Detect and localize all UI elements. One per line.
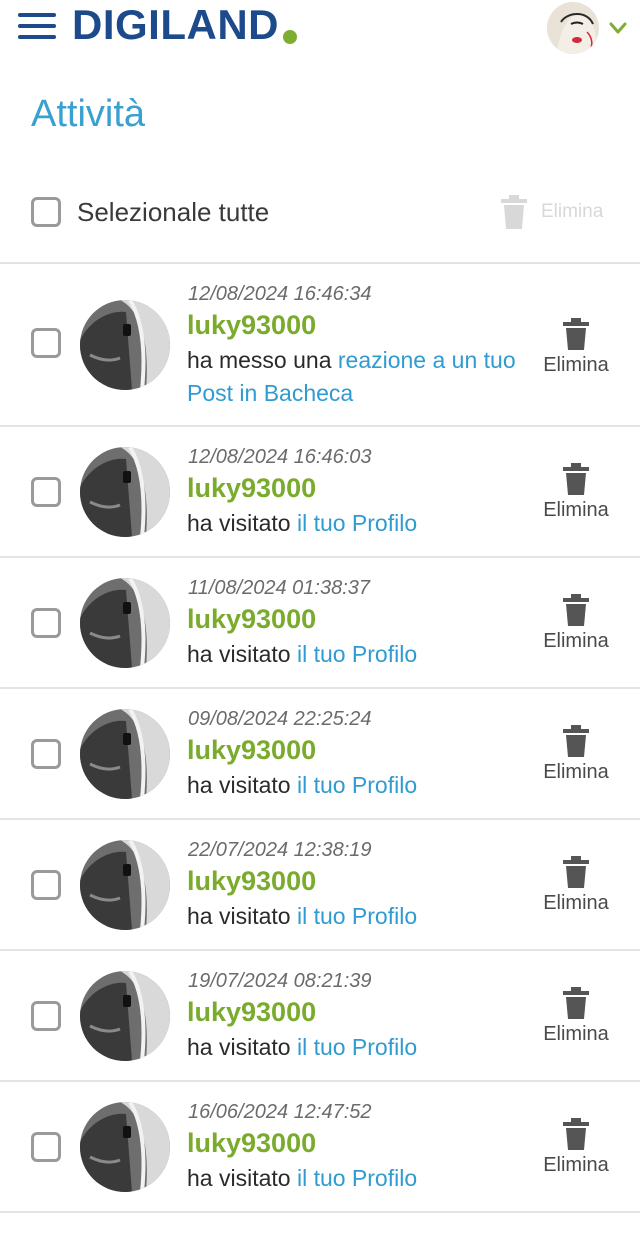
activity-timestamp: 22/07/2024 12:38:19: [188, 839, 372, 861]
delete-button[interactable]: Elimina: [536, 1118, 616, 1177]
activity-description: ha visitato il tuo Profilo: [187, 1031, 547, 1064]
delete-label: Elimina: [543, 892, 609, 914]
divider: [0, 1211, 640, 1213]
select-all-bar: Selezionale tutte Elimina: [0, 185, 640, 241]
activity-description: ha messo una reazione a un tuo Post in B…: [187, 344, 547, 410]
logo-dot: [283, 30, 297, 44]
trash-icon: [563, 463, 589, 495]
activity-description: ha visitato il tuo Profilo: [187, 1162, 547, 1195]
user-avatar[interactable]: [80, 709, 170, 799]
profile-avatar[interactable]: [547, 2, 599, 54]
page-title: Attività: [31, 93, 146, 135]
app-header: DIGILAND: [0, 0, 640, 60]
row-checkbox[interactable]: [31, 870, 61, 900]
row-checkbox[interactable]: [31, 1001, 61, 1031]
action-text: ha visitato: [187, 903, 291, 929]
activity-row: 12/08/2024 16:46:03 luky93000 ha visitat…: [0, 427, 640, 558]
activity-timestamp: 11/08/2024 01:38:37: [188, 577, 371, 599]
action-link[interactable]: il tuo Profilo: [297, 510, 417, 536]
activity-description: ha visitato il tuo Profilo: [187, 638, 547, 671]
activity-timestamp: 19/07/2024 08:21:39: [188, 970, 372, 992]
action-link[interactable]: il tuo Profilo: [297, 772, 417, 798]
activity-row: 12/08/2024 16:46:34 luky93000 ha messo u…: [0, 264, 640, 427]
row-checkbox[interactable]: [31, 477, 61, 507]
activity-username[interactable]: luky93000: [187, 1128, 316, 1159]
activity-username[interactable]: luky93000: [187, 997, 316, 1028]
user-avatar[interactable]: [80, 1102, 170, 1192]
select-all-checkbox[interactable]: [31, 197, 61, 227]
activity-username[interactable]: luky93000: [187, 473, 316, 504]
trash-icon: [563, 594, 589, 626]
user-avatar[interactable]: [80, 971, 170, 1061]
action-text: ha visitato: [187, 1034, 291, 1060]
row-checkbox[interactable]: [31, 328, 61, 358]
activity-description: ha visitato il tuo Profilo: [187, 507, 547, 540]
activity-row: 09/08/2024 22:25:24 luky93000 ha visitat…: [0, 689, 640, 820]
activity-username[interactable]: luky93000: [187, 604, 316, 635]
activity-timestamp: 12/08/2024 16:46:03: [188, 446, 372, 468]
user-avatar[interactable]: [80, 840, 170, 930]
delete-all-button[interactable]: Elimina: [497, 193, 617, 233]
action-link[interactable]: il tuo Profilo: [297, 641, 417, 667]
delete-all-label: Elimina: [541, 201, 604, 222]
delete-button[interactable]: Elimina: [536, 856, 616, 915]
row-checkbox[interactable]: [31, 739, 61, 769]
activity-row: 19/07/2024 08:21:39 luky93000 ha visitat…: [0, 951, 640, 1082]
activity-timestamp: 16/06/2024 12:47:52: [188, 1101, 372, 1123]
user-avatar[interactable]: [80, 300, 170, 390]
delete-label: Elimina: [543, 499, 609, 521]
delete-button[interactable]: Elimina: [536, 594, 616, 653]
digiland-logo[interactable]: DIGILAND: [72, 2, 279, 48]
delete-button[interactable]: Elimina: [536, 318, 616, 377]
chevron-down-icon[interactable]: [608, 18, 628, 38]
trash-icon: [563, 725, 589, 757]
activity-username[interactable]: luky93000: [187, 866, 316, 897]
row-checkbox[interactable]: [31, 1132, 61, 1162]
activity-row: 16/06/2024 12:47:52 luky93000 ha visitat…: [0, 1082, 640, 1213]
trash-icon: [563, 856, 589, 888]
activity-row: 22/07/2024 12:38:19 luky93000 ha visitat…: [0, 820, 640, 951]
delete-label: Elimina: [543, 354, 609, 376]
activity-description: ha visitato il tuo Profilo: [187, 900, 547, 933]
menu-icon[interactable]: [18, 10, 56, 42]
trash-icon: [501, 195, 527, 229]
activity-timestamp: 09/08/2024 22:25:24: [188, 708, 372, 730]
action-link[interactable]: il tuo Profilo: [297, 903, 417, 929]
action-text: ha visitato: [187, 772, 291, 798]
action-text: ha visitato: [187, 510, 291, 536]
trash-icon: [563, 318, 589, 350]
user-avatar[interactable]: [80, 578, 170, 668]
delete-button[interactable]: Elimina: [536, 987, 616, 1046]
activity-page: DIGILAND Attività Selezionale tutte Elim…: [0, 0, 640, 1239]
activity-username[interactable]: luky93000: [187, 735, 316, 766]
row-checkbox[interactable]: [31, 608, 61, 638]
activity-username[interactable]: luky93000: [187, 310, 316, 341]
activity-row: 11/08/2024 01:38:37 luky93000 ha visitat…: [0, 558, 640, 689]
delete-label: Elimina: [543, 761, 609, 783]
action-text: ha visitato: [187, 1165, 291, 1191]
action-link[interactable]: il tuo Profilo: [297, 1034, 417, 1060]
action-text: ha visitato: [187, 641, 291, 667]
delete-button[interactable]: Elimina: [536, 725, 616, 784]
activity-description: ha visitato il tuo Profilo: [187, 769, 547, 802]
delete-button[interactable]: Elimina: [536, 463, 616, 522]
activity-timestamp: 12/08/2024 16:46:34: [188, 283, 372, 305]
delete-label: Elimina: [543, 630, 609, 652]
delete-label: Elimina: [543, 1023, 609, 1045]
user-avatar[interactable]: [80, 447, 170, 537]
trash-icon: [563, 987, 589, 1019]
action-link[interactable]: il tuo Profilo: [297, 1165, 417, 1191]
trash-icon: [563, 1118, 589, 1150]
action-text: ha messo una: [187, 347, 332, 373]
delete-label: Elimina: [543, 1154, 609, 1176]
select-all-label[interactable]: Selezionale tutte: [77, 197, 269, 228]
